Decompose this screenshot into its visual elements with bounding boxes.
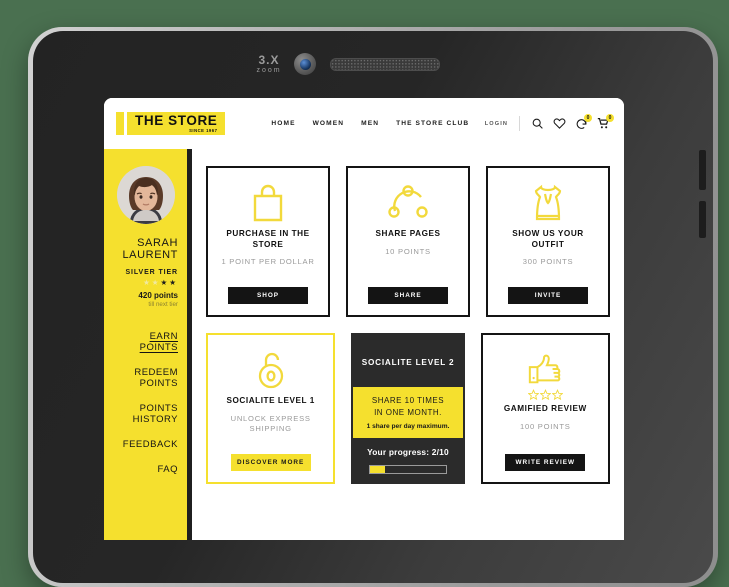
- user-first-name: SARAH: [137, 237, 178, 249]
- challenge-note: 1 share per day maximum.: [366, 423, 450, 431]
- site-header: THE STORE SINCE 1967 HOME WOMEN MEN THE …: [104, 98, 624, 149]
- nav-item-home[interactable]: HOME: [271, 120, 295, 127]
- header-actions: LOGIN 0 0: [485, 114, 614, 131]
- browser-page: THE STORE SINCE 1967 HOME WOMEN MEN THE …: [104, 98, 624, 540]
- notification-bell-icon[interactable]: 0: [575, 114, 592, 130]
- card-title: SHARE PAGES: [375, 229, 441, 238]
- notification-badge: 0: [584, 114, 592, 122]
- sidebar: SARAH LAURENT SILVER TIER ★★★★ 420 point…: [104, 149, 192, 540]
- dress-icon: [532, 181, 564, 225]
- main-navigation: HOME WOMEN MEN THE STORE CLUB: [271, 120, 469, 127]
- volume-down-button[interactable]: [699, 201, 706, 238]
- sidebar-item-earn-points[interactable]: EARN POINTS: [113, 332, 178, 354]
- camera-lens-glass: [299, 58, 311, 70]
- card-subtitle: 1 POINT PER DOLLAR: [221, 257, 315, 267]
- progress-bar-fill: [369, 466, 386, 474]
- nav-item-women[interactable]: WOMEN: [313, 120, 345, 127]
- sidebar-item-feedback[interactable]: FEEDBACK: [113, 439, 178, 451]
- share-network-icon: [388, 181, 428, 225]
- invite-button[interactable]: INVITE: [508, 287, 588, 304]
- card-show-us-your-outfit[interactable]: SHOW US YOUR OUTFIT 300 POINTS INVITE: [486, 166, 610, 317]
- volume-up-button[interactable]: [699, 150, 706, 190]
- progress-label: Your progress: 2/10: [367, 447, 449, 458]
- rewards-row-top: PURCHASE IN THE STORE 1 POINT PER DOLLAR…: [206, 166, 610, 317]
- shopping-cart-icon[interactable]: 0: [597, 114, 614, 130]
- card-socialite-level-2[interactable]: SOCIALITE LEVEL 2 SHARE 10 TIMES IN ONE …: [351, 333, 465, 484]
- share-button[interactable]: SHARE: [368, 287, 448, 304]
- nav-item-the-store-club[interactable]: THE STORE CLUB: [396, 120, 469, 127]
- logo-box: THE STORE SINCE 1967: [127, 112, 226, 135]
- unlocked-padlock-icon: [256, 348, 286, 392]
- challenge-banner: SHARE 10 TIMES IN ONE MONTH. 1 share per…: [353, 387, 463, 439]
- review-star-rating: [527, 389, 563, 400]
- card-title: PURCHASE IN THE STORE: [226, 229, 310, 249]
- points-caption: till next tier: [148, 301, 178, 309]
- shopping-bag-icon: [251, 181, 285, 225]
- logo-accent-bar: [116, 112, 124, 135]
- page-body: SARAH LAURENT SILVER TIER ★★★★ 420 point…: [104, 149, 624, 540]
- points-summary: 420 points till next tier: [113, 291, 178, 308]
- tier-stars: ★★★★: [143, 277, 178, 287]
- card-share-pages[interactable]: SHARE PAGES 10 POINTS SHARE: [346, 166, 470, 317]
- tablet-camera-area: 3.X zoom: [248, 52, 440, 84]
- user-name: SARAH LAURENT: [113, 237, 178, 262]
- card-title: SOCIALITE LEVEL 1: [226, 396, 315, 405]
- card-title: SOCIALITE LEVEL 2: [361, 358, 455, 367]
- zoom-label: 3.X zoom: [248, 54, 290, 74]
- camera-lens-icon: [294, 53, 316, 75]
- card-title: GAMIFIED REVIEW: [503, 404, 587, 413]
- rewards-row-bottom: SOCIALITE LEVEL 1 UNLOCK EXPRESS SHIPPIN…: [206, 333, 610, 484]
- card-subtitle: 10 POINTS: [385, 246, 431, 256]
- nav-item-men[interactable]: MEN: [361, 120, 379, 127]
- progress-bar: [368, 465, 447, 475]
- points-value: 420 points: [138, 291, 178, 301]
- rewards-grid: PURCHASE IN THE STORE 1 POINT PER DOLLAR…: [206, 166, 610, 484]
- site-logo[interactable]: THE STORE SINCE 1967: [116, 112, 226, 135]
- shop-button[interactable]: SHOP: [228, 287, 308, 304]
- cart-badge: 0: [606, 114, 614, 122]
- speaker-grille-icon: [330, 58, 440, 71]
- heart-icon[interactable]: [553, 117, 566, 130]
- card-subtitle: 100 POINTS: [520, 421, 571, 431]
- search-icon[interactable]: [531, 117, 544, 130]
- discover-more-button[interactable]: DISCOVER MORE: [230, 454, 311, 471]
- user-last-name: LAURENT: [122, 249, 178, 262]
- challenge-line-1: SHARE 10 TIMES: [371, 396, 445, 405]
- card-subtitle: UNLOCK EXPRESS SHIPPING: [230, 413, 311, 433]
- write-review-button[interactable]: WRITE REVIEW: [505, 454, 586, 471]
- card-gamified-review[interactable]: GAMIFIED REVIEW 100 POINTS WRITE REVIEW: [480, 333, 610, 484]
- thumbs-up-icon: [525, 348, 565, 392]
- header-divider: [519, 116, 520, 131]
- screenshot-stage: 3.X zoom THE STORE SINCE 1967 HOME WOMEN…: [0, 0, 729, 587]
- zoom-label-caption: zoom: [256, 66, 282, 74]
- sidebar-menu: EARN POINTS REDEEM POINTS POINTS HISTORY…: [113, 332, 178, 475]
- sidebar-item-redeem-points[interactable]: REDEEM POINTS: [113, 367, 178, 390]
- card-title: SHOW US YOUR OUTFIT: [512, 229, 584, 249]
- tier-label: SILVER TIER: [125, 268, 178, 276]
- card-subtitle: 300 POINTS: [522, 257, 574, 267]
- zoom-label-value: 3.X: [258, 53, 280, 67]
- user-avatar-photo: [116, 166, 175, 224]
- login-link[interactable]: LOGIN: [485, 121, 508, 127]
- sidebar-item-faq[interactable]: FAQ: [113, 464, 178, 476]
- sidebar-item-points-history[interactable]: POINTS HISTORY: [113, 403, 178, 426]
- challenge-line-2: IN ONE MONTH.: [374, 407, 442, 417]
- logo-tagline: SINCE 1967: [189, 127, 218, 133]
- logo-name: THE STORE: [135, 113, 218, 129]
- card-purchase-in-store[interactable]: PURCHASE IN THE STORE 1 POINT PER DOLLAR…: [206, 166, 330, 317]
- card-socialite-level-1[interactable]: SOCIALITE LEVEL 1 UNLOCK EXPRESS SHIPPIN…: [206, 333, 336, 484]
- main-content: PURCHASE IN THE STORE 1 POINT PER DOLLAR…: [192, 149, 624, 540]
